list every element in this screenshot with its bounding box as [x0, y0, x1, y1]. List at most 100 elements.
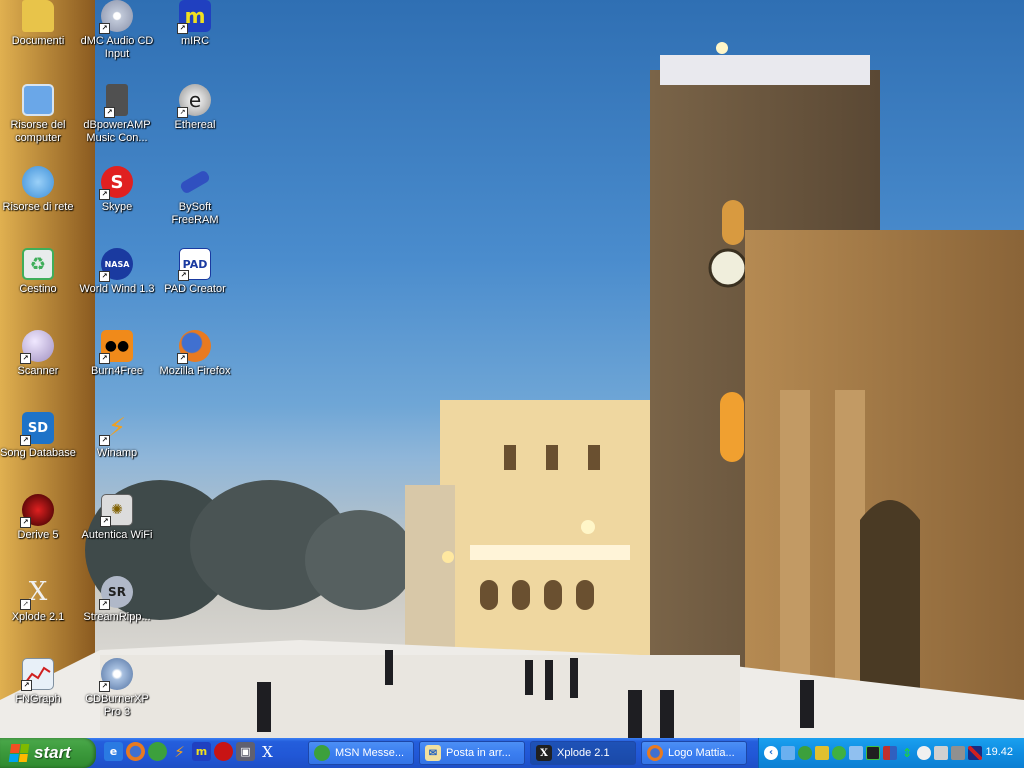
freeram-icon — [179, 169, 211, 195]
xplode-icon: X ↗ — [20, 576, 54, 610]
desktop-icon-mirc[interactable]: m ↗ mIRC — [154, 0, 236, 48]
icon-label: Autentica WiFi — [81, 529, 153, 541]
display-icon[interactable] — [883, 746, 897, 760]
streamripper-icon: SR ↗ — [99, 576, 133, 610]
icon-label: Burn4Free — [91, 365, 143, 377]
mail-icon: ✉ — [425, 745, 441, 761]
messenger-tray-icon[interactable] — [798, 746, 812, 760]
speaker-icon: ↗ — [104, 84, 128, 118]
media-icon[interactable]: ▣ — [236, 742, 255, 761]
monitor-icon[interactable] — [951, 746, 965, 760]
icon-label: Cestino — [19, 283, 57, 295]
desktop-icon-dmc-audio-cd[interactable]: ↗ dMC Audio CD Input — [76, 0, 158, 61]
desktop-icon-song-database[interactable]: SD ↗ Song Database — [0, 412, 79, 460]
task-label: Logo Mattia... — [668, 747, 735, 759]
antivirus-icon[interactable] — [815, 746, 829, 760]
desktop-icon-streamripper[interactable]: SR ↗ StreamRipp... — [76, 576, 158, 624]
desktop-icon-cdburnerxp[interactable]: ↗ CDBurnerXP Pro 3 — [76, 658, 158, 719]
desktop-icon-fngraph[interactable]: ↗ FNGraph — [0, 658, 79, 706]
firefox-icon — [647, 745, 663, 761]
icon-label: Xplode 2.1 — [11, 611, 65, 623]
messenger-icon — [314, 745, 330, 761]
desktop-icon-cestino[interactable]: ♻ Cestino — [0, 248, 79, 296]
wifi-icon: ✺ ↗ — [100, 494, 133, 527]
mirc-icon[interactable]: m — [192, 742, 211, 761]
icon-label: World Wind 1.3 — [79, 283, 155, 295]
derive-icon[interactable] — [214, 742, 233, 761]
icon-label: StreamRipp... — [83, 611, 151, 623]
skype-icon: S ↗ — [99, 166, 133, 200]
icon-label: Scanner — [17, 365, 59, 377]
task-button-posta[interactable]: ✉ Posta in arr... — [419, 741, 525, 765]
task-label: Xplode 2.1 — [557, 747, 610, 759]
icon-label: Song Database — [0, 447, 76, 459]
icon-label: mIRC — [180, 35, 210, 47]
recycle-bin-icon: ♻ — [22, 248, 54, 280]
desktop-icon-ethereal[interactable]: e ↗ Ethereal — [154, 84, 236, 132]
desktop-icon-firefox[interactable]: ↗ Mozilla Firefox — [154, 330, 236, 378]
desktop-icon-derive[interactable]: ↗ Derive 5 — [0, 494, 79, 542]
desktop-icon-skype[interactable]: S ↗ Skype — [76, 166, 158, 214]
quick-launch-bar: e ⚡ m ▣ X — [104, 742, 277, 764]
icon-label: Derive 5 — [17, 529, 59, 541]
shield-icon[interactable] — [832, 746, 846, 760]
graph-icon: ↗ — [21, 658, 54, 691]
mirc-icon: m ↗ — [177, 0, 211, 34]
firefox-icon: ↗ — [177, 330, 211, 364]
winamp-icon[interactable]: ⚡ — [170, 742, 189, 761]
desktop-icon-xplode[interactable]: X ↗ Xplode 2.1 — [0, 576, 79, 624]
xplode-icon[interactable]: X — [258, 742, 277, 761]
icon-label: FNGraph — [15, 693, 61, 705]
task-button-xplode[interactable]: X Xplode 2.1 — [530, 741, 636, 765]
speaker-icon[interactable] — [934, 746, 948, 760]
song-database-icon: SD ↗ — [20, 412, 54, 446]
system-tray: ‹ ⇕ 19.42 — [758, 738, 1024, 768]
icon-label: PAD Creator — [164, 283, 226, 295]
desktop-icon-autentica-wifi[interactable]: ✺ ↗ Autentica WiFi — [76, 494, 158, 542]
expand-tray-button[interactable]: ‹ — [764, 746, 778, 760]
desktop-icon-world-wind[interactable]: NASA ↗ World Wind 1.3 — [76, 248, 158, 296]
task-label: Posta in arr... — [446, 747, 511, 759]
desktop-icon-scanner[interactable]: ↗ Scanner — [0, 330, 79, 378]
icon-label: Winamp — [96, 447, 138, 459]
start-button[interactable]: start — [0, 738, 96, 768]
task-button-msn[interactable]: MSN Messe... — [308, 741, 414, 765]
icon-label: dBpowerAMP Music Con... — [83, 119, 151, 144]
firefox-icon[interactable] — [126, 742, 145, 761]
scanner-icon: ↗ — [20, 330, 54, 364]
desktop-icon-pad-creator[interactable]: PAD ↗ PAD Creator — [154, 248, 236, 296]
chart-icon[interactable] — [866, 746, 880, 760]
desktop-icon-documenti[interactable]: Documenti — [0, 0, 79, 48]
computer-icon — [22, 84, 54, 116]
updown-icon[interactable]: ⇕ — [900, 746, 914, 760]
xplode-icon: X — [536, 745, 552, 761]
desktop[interactable]: Documenti Risorse del computer Risorse d… — [0, 0, 1024, 738]
winamp-icon: ⚡ ↗ — [99, 412, 133, 446]
network-icon[interactable] — [781, 746, 795, 760]
desktop-icon-dbpoweramp[interactable]: ↗ dBpowerAMP Music Con... — [76, 84, 158, 145]
desktop-icon-freeram[interactable]: BySoft FreeRAM — [154, 166, 236, 227]
chat-icon[interactable] — [917, 746, 931, 760]
taskbar: start e ⚡ m ▣ X MSN Messe... ✉ Posta in … — [0, 738, 1024, 768]
language-flag-icon[interactable] — [968, 746, 982, 760]
messenger-icon[interactable] — [148, 742, 167, 761]
task-label: MSN Messe... — [335, 747, 405, 759]
clock[interactable]: 19.42 — [985, 746, 1013, 758]
desktop-icon-risorse-computer[interactable]: Risorse del computer — [0, 84, 79, 145]
folder-icon — [22, 0, 54, 32]
cd-icon: ↗ — [99, 0, 133, 34]
start-label: start — [34, 743, 71, 762]
icon-label: BySoft FreeRAM — [171, 201, 219, 226]
task-button-firefox[interactable]: Logo Mattia... — [641, 741, 747, 765]
derive-icon: ↗ — [20, 494, 54, 528]
icon-label: dMC Audio CD Input — [80, 35, 154, 60]
desktop-icon-winamp[interactable]: ⚡ ↗ Winamp — [76, 412, 158, 460]
network-connection-icon[interactable] — [849, 746, 863, 760]
desktop-icon-burn4free[interactable]: ●● ↗ Burn4Free — [76, 330, 158, 378]
icon-label: CDBurnerXP Pro 3 — [85, 693, 149, 718]
icon-label: Mozilla Firefox — [159, 365, 231, 377]
desktop-icon-risorse-rete[interactable]: Risorse di rete — [0, 166, 79, 214]
pad-icon: PAD ↗ — [178, 248, 211, 281]
ie-icon[interactable]: e — [104, 742, 123, 761]
network-icon — [22, 166, 54, 198]
